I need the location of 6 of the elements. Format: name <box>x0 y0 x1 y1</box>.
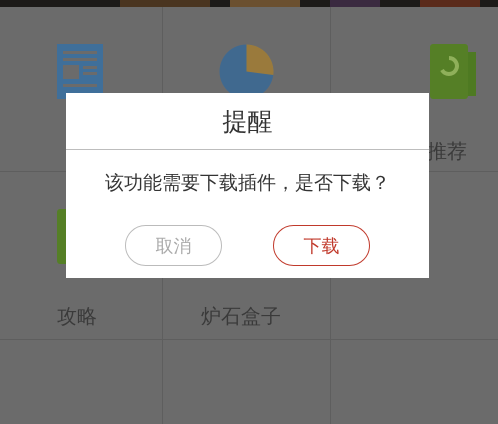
cancel-button[interactable]: 取消 <box>125 225 222 266</box>
dialog-title: 提醒 <box>66 93 429 150</box>
book-icon <box>430 44 476 99</box>
download-button[interactable]: 下载 <box>273 225 370 266</box>
newspaper-icon <box>57 44 103 99</box>
dialog-message: 该功能需要下载插件，是否下载？ <box>104 171 391 196</box>
